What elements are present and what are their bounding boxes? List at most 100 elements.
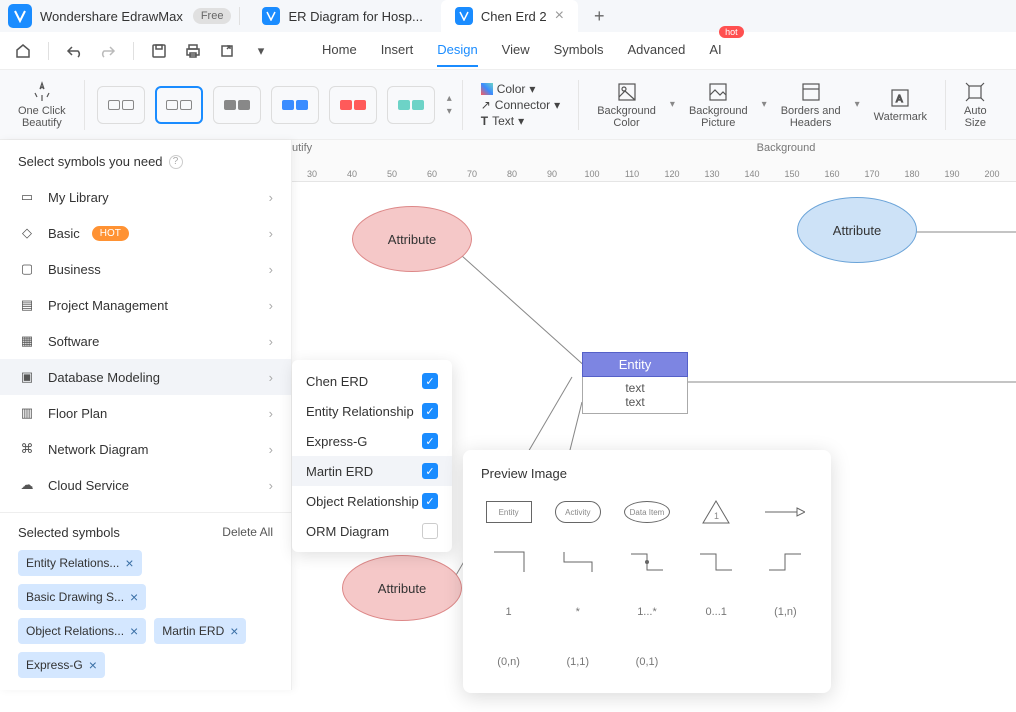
shape-triangle[interactable]: 1 [691,497,741,527]
theme-1[interactable] [97,86,145,124]
theme-4[interactable] [271,86,319,124]
theme-down-icon[interactable]: ▾ [447,106,452,117]
shape-entity[interactable]: Entity [484,497,534,527]
menu-view[interactable]: View [502,34,530,67]
card-0n[interactable]: (0,n) [484,647,534,677]
bg-picture-button[interactable]: Background Picture [681,81,756,129]
chip-express-g[interactable]: Express-G× [18,652,105,678]
connector-dropdown[interactable]: ↗Connector ▾ [481,98,560,112]
chip-remove-icon[interactable]: × [130,623,138,639]
chip-remove-icon[interactable]: × [230,623,238,639]
add-tab-button[interactable]: + [582,6,617,27]
card-01b[interactable]: (0,1) [622,647,672,677]
theme-5[interactable] [329,86,377,124]
shape-one[interactable]: 1 [484,597,534,627]
sidebar-item-software[interactable]: ▦Software› [0,323,291,359]
chip-object-relations-[interactable]: Object Relations... × [18,618,146,644]
submenu-martin-erd[interactable]: Martin ERD✓ [292,456,452,486]
sidebar-item-project-management[interactable]: ▤Project Management› [0,287,291,323]
shape-activity[interactable]: Activity [553,497,603,527]
sidebar-item-basic[interactable]: ◇BasicHOT› [0,215,291,251]
text-dropdown[interactable]: TText ▾ [481,114,560,128]
sidebar-item-database-modeling[interactable]: ▣Database Modeling› [0,359,291,395]
card-1n[interactable]: 1...* [622,597,672,627]
sidebar-item-cloud-service[interactable]: ☁Cloud Service› [0,467,291,503]
chip-label: Object Relations... [26,624,124,638]
shape-arrow[interactable] [760,497,810,527]
shape-dataitem[interactable]: Data Item [622,497,672,527]
redo-button[interactable] [95,38,121,64]
chevron-down-icon[interactable]: ▾ [762,99,767,110]
theme-2[interactable] [155,86,203,124]
chip-remove-icon[interactable]: × [130,589,138,605]
shape-bracket[interactable] [484,547,534,577]
sidebar-item-engineering[interactable]: ⚙Engineering› [0,503,291,512]
shape-conn-2[interactable] [622,547,672,577]
shape-conn-4[interactable] [760,547,810,577]
save-button[interactable] [146,38,172,64]
sidebar-item-floor-plan[interactable]: ▥Floor Plan› [0,395,291,431]
submenu-orm-diagram[interactable]: ORM Diagram [292,516,452,546]
chip-basic-drawing-s-[interactable]: Basic Drawing S...× [18,584,146,610]
bg-color-button[interactable]: Background Color [589,81,664,129]
chip-remove-icon[interactable]: × [89,657,97,673]
undo-button[interactable] [61,38,87,64]
one-click-beautify-button[interactable]: One Click Beautify [10,81,74,129]
borders-button[interactable]: Borders and Headers [773,81,849,129]
ruler-tick: 90 [532,169,572,179]
menu-home[interactable]: Home [322,34,357,67]
chevron-down-icon[interactable]: ▾ [855,99,860,110]
submenu-label: ORM Diagram [306,524,389,539]
tab-chen-erd[interactable]: Chen Erd 2 × [441,0,578,32]
shape-star[interactable]: * [553,597,603,627]
sidebar-item-business[interactable]: ▢Business› [0,251,291,287]
checkbox[interactable]: ✓ [422,493,438,509]
sidebar-item-network-diagram[interactable]: ⌘Network Diagram› [0,431,291,467]
chip-martin-erd[interactable]: Martin ERD× [154,618,246,644]
entity-node[interactable]: Entity text text [582,352,688,414]
submenu-object-relationship[interactable]: Object Relationship✓ [292,486,452,516]
print-button[interactable] [180,38,206,64]
theme-6[interactable] [387,86,435,124]
menu-insert[interactable]: Insert [381,34,414,67]
chevron-down-icon[interactable]: ▾ [670,99,675,110]
close-icon[interactable]: × [555,7,564,25]
checkbox[interactable] [422,523,438,539]
watermark-button[interactable]: A Watermark [866,87,935,123]
card-1n2[interactable]: (1,n) [760,597,810,627]
sidebar-item-label: Network Diagram [48,442,148,457]
help-icon[interactable]: ? [169,155,183,169]
ruler-tick: 150 [772,169,812,179]
submenu-entity-relationship[interactable]: Entity Relationship✓ [292,396,452,426]
menu-ai[interactable]: AI hot [709,34,721,67]
chip-remove-icon[interactable]: × [125,555,133,571]
autosize-button[interactable]: Auto Size [956,81,995,129]
home-button[interactable] [10,38,36,64]
delete-all-button[interactable]: Delete All [222,525,273,540]
checkbox[interactable]: ✓ [422,463,438,479]
checkbox[interactable]: ✓ [422,403,438,419]
shape-conn-1[interactable] [553,547,603,577]
attribute-node-1[interactable]: Attribute [352,206,472,272]
checkbox[interactable]: ✓ [422,433,438,449]
chip-entity-relations-[interactable]: Entity Relations...× [18,550,142,576]
menu-design[interactable]: Design [437,34,477,67]
attribute-node-2[interactable]: Attribute [797,197,917,263]
checkbox[interactable]: ✓ [422,373,438,389]
theme-up-icon[interactable]: ▴ [447,93,452,104]
sidebar-item-my-library[interactable]: ▭My Library› [0,179,291,215]
shape-conn-3[interactable] [691,547,741,577]
theme-3[interactable] [213,86,261,124]
card-11[interactable]: (1,1) [553,647,603,677]
menu-symbols[interactable]: Symbols [554,34,604,67]
submenu-express-g[interactable]: Express-G✓ [292,426,452,456]
color-label: Color [497,82,526,96]
more-dropdown[interactable]: ▾ [248,38,274,64]
attribute-node-3[interactable]: Attribute [342,555,462,621]
export-button[interactable] [214,38,240,64]
menu-advanced[interactable]: Advanced [627,34,685,67]
card-01[interactable]: 0...1 [691,597,741,627]
color-dropdown[interactable]: Color ▾ [481,82,560,96]
tab-er-diagram[interactable]: ER Diagram for Hosp... [248,0,436,32]
submenu-chen-erd[interactable]: Chen ERD✓ [292,366,452,396]
